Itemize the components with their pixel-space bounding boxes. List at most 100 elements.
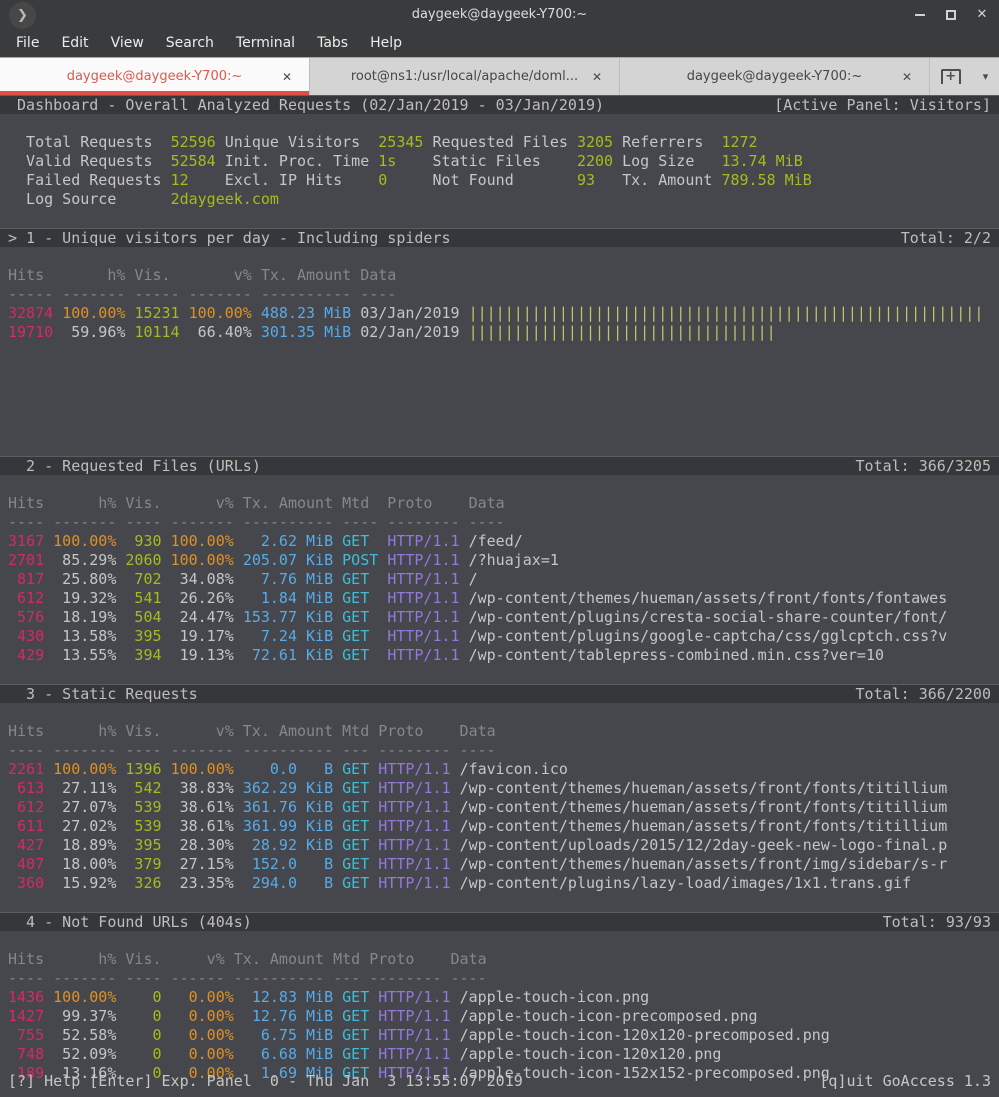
window-titlebar: ❯ daygeek@daygeek-Y700:~ ✕ <box>0 0 999 29</box>
tab-3[interactable]: daygeek@daygeek-Y700:~ ✕ <box>620 58 930 95</box>
terminal-line: Hits h% Vis. v% Tx. Amount Mtd Proto Dat… <box>0 494 999 513</box>
terminal-text: 13.55% <box>44 646 126 664</box>
terminal-text: ---- ------- ---- ------- ---------- ---… <box>8 513 505 531</box>
tab-1[interactable]: daygeek@daygeek-Y700:~ ✕ <box>0 58 310 95</box>
terminal-text: 504 <box>125 608 162 626</box>
terminal-text: 361.76 KiB <box>242 798 334 816</box>
terminal-text: 100.00% <box>53 988 117 1006</box>
tab-label: daygeek@daygeek-Y700:~ <box>686 69 863 84</box>
terminal-text: 429 <box>8 646 45 664</box>
terminal-text: 13.74 MiB <box>721 152 803 170</box>
menu-item-terminal[interactable]: Terminal <box>225 29 306 57</box>
panel-header-title: 3 - Static Requests <box>8 685 198 703</box>
menu-item-help[interactable]: Help <box>359 29 413 57</box>
terminal-text: 18.89% <box>44 836 126 854</box>
menu-item-tabs[interactable]: Tabs <box>306 29 359 57</box>
terminal-text: 15.92% <box>44 874 126 892</box>
terminal-line: Valid Requests 52584 Init. Proc. Time 1s… <box>0 152 999 171</box>
terminal-text: 0.00% <box>170 1007 234 1025</box>
terminal-text: 7.24 KiB <box>242 627 334 645</box>
terminal-text: ---- ------- ---- ------ ---------- --- … <box>8 969 487 987</box>
tab-close-icon[interactable]: ✕ <box>592 70 602 84</box>
terminal-screen[interactable]: Dashboard - Overall Analyzed Requests (0… <box>0 95 999 1097</box>
terminal-text: 18.00% <box>44 855 126 873</box>
terminal-text: GET <box>342 988 370 1006</box>
terminal-text: 100.00% <box>62 304 126 322</box>
panel-1-header-bar: > 1 - Unique visitors per day - Includin… <box>0 228 999 247</box>
terminal-line: 612 27.07% 539 38.61% 361.76 KiB GET HTT… <box>0 798 999 817</box>
terminal-text: 3205 <box>576 133 614 151</box>
terminal-text: GET <box>342 589 370 607</box>
tab-2[interactable]: root@ns1:/usr/local/apache/doml... ✕ <box>310 58 620 95</box>
panel-header-total: Total: 2/2 <box>900 229 991 247</box>
terminal-text: Hits h% Vis. v% Tx. Amount Mtd Proto Dat… <box>8 950 487 968</box>
terminal-text: Hits h% Vis. v% Tx. Amount Mtd Proto Dat… <box>8 722 496 740</box>
terminal-text: 02/Jan/2019 <box>351 323 469 341</box>
menu-item-edit[interactable]: Edit <box>50 29 99 57</box>
terminal-text: [q]uit GoAccess 1.3 <box>819 1072 991 1090</box>
terminal-text: 0.00% <box>170 1026 234 1044</box>
terminal-line: 817 25.80% 702 34.08% 7.76 MiB GET HTTP/… <box>0 570 999 589</box>
new-tab-button[interactable]: + <box>940 69 961 84</box>
terminal-text: GET <box>342 608 370 626</box>
terminal-text: 24.47% <box>161 608 243 626</box>
tab-close-icon[interactable]: ✕ <box>902 70 912 84</box>
terminal-text: HTTP/1.1 <box>387 627 460 645</box>
terminal-text: /wp-content/themes/hueman/assets/front/f… <box>459 798 948 816</box>
maximize-button[interactable] <box>944 8 958 22</box>
terminal-line: Hits h% Vis. v% Tx. Amount Mtd Proto Dat… <box>0 950 999 969</box>
panel-header-total: Total: 366/2200 <box>855 685 991 703</box>
close-button[interactable]: ✕ <box>975 8 989 22</box>
terminal-text: 27.02% <box>44 817 126 835</box>
terminal-text: 100.00% <box>170 551 234 569</box>
menu-item-file[interactable]: File <box>5 29 50 57</box>
terminal-text: 395 <box>125 836 162 854</box>
terminal-text: 18.19% <box>44 608 126 626</box>
terminal-text: GET <box>342 836 370 854</box>
minimize-button[interactable] <box>913 8 927 22</box>
tab-list-dropdown[interactable]: ▾ <box>983 70 989 83</box>
terminal-text: 361.99 KiB <box>242 817 334 835</box>
terminal-text: 0 <box>125 1045 162 1063</box>
terminal-text: 1272 <box>721 133 758 151</box>
terminal-text: 25.80% <box>44 570 126 588</box>
terminal-text: GET <box>342 817 370 835</box>
close-icon: ✕ <box>976 7 988 22</box>
terminal-window: ❯ daygeek@daygeek-Y700:~ ✕ File Edit View S… <box>0 0 999 1097</box>
terminal-text: 612 <box>8 589 45 607</box>
terminal-text: Excl. IP Hits <box>188 171 379 189</box>
terminal-text: GET <box>342 627 370 645</box>
terminal-text: 52.58% <box>44 1026 126 1044</box>
terminal-text: 301.35 MiB <box>260 323 352 341</box>
tab-close-icon[interactable]: ✕ <box>282 70 292 84</box>
terminal-text: /?huajax=1 <box>468 551 559 569</box>
menu-item-view[interactable]: View <box>100 29 155 57</box>
menu-item-search[interactable]: Search <box>155 29 225 57</box>
terminal-text: 38.61% <box>161 798 243 816</box>
terminal-text: 72.61 KiB <box>242 646 334 664</box>
terminal-text: 0.00% <box>170 1045 234 1063</box>
